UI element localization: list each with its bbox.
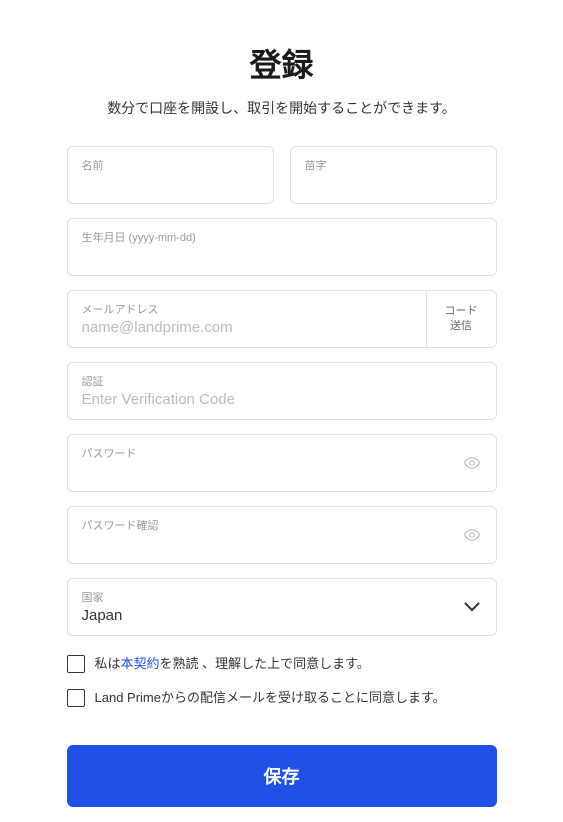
- password-confirm-field[interactable]: パスワード確認: [67, 506, 497, 564]
- terms-prefix: 私は: [95, 656, 121, 671]
- dob-input[interactable]: [82, 247, 482, 264]
- verify-label: 認証: [82, 373, 482, 389]
- marketing-checkbox-row: Land Primeからの配信メールを受け取ることに同意します。: [67, 688, 497, 708]
- email-input[interactable]: [82, 319, 412, 336]
- eye-icon[interactable]: [462, 525, 482, 545]
- marketing-label: Land Primeからの配信メールを受け取ることに同意します。: [95, 688, 446, 708]
- last-name-input[interactable]: [305, 175, 482, 192]
- country-select[interactable]: 国家 Japan: [67, 578, 497, 636]
- password-input[interactable]: [82, 463, 482, 480]
- country-value: Japan: [82, 607, 482, 624]
- email-field-group: メールアドレス コード 送信: [67, 290, 497, 348]
- terms-link[interactable]: 本契約: [121, 656, 160, 671]
- last-name-label: 苗字: [305, 157, 482, 173]
- terms-suffix: を熟読 、理解した上で同意します。: [160, 656, 370, 671]
- terms-label: 私は本契約を熟読 、理解した上で同意します。: [95, 654, 370, 674]
- password-confirm-input[interactable]: [82, 535, 482, 552]
- password-field[interactable]: パスワード: [67, 434, 497, 492]
- verify-field[interactable]: 認証: [67, 362, 497, 420]
- last-name-field[interactable]: 苗字: [290, 146, 497, 204]
- first-name-input[interactable]: [82, 175, 259, 192]
- verify-input[interactable]: [82, 391, 482, 408]
- email-field[interactable]: メールアドレス: [68, 291, 426, 347]
- country-label: 国家: [82, 589, 482, 605]
- terms-checkbox-row: 私は本契約を熟読 、理解した上で同意します。: [67, 654, 497, 674]
- password-confirm-label: パスワード確認: [82, 517, 482, 533]
- password-label: パスワード: [82, 445, 482, 461]
- email-label: メールアドレス: [82, 301, 412, 317]
- send-code-button[interactable]: コード 送信: [426, 291, 496, 347]
- dob-field[interactable]: 生年月日 (yyyy-mm-dd): [67, 218, 497, 276]
- first-name-field[interactable]: 名前: [67, 146, 274, 204]
- marketing-checkbox[interactable]: [67, 689, 85, 707]
- dob-label: 生年月日 (yyyy-mm-dd): [82, 229, 482, 245]
- page-title: 登録: [67, 40, 497, 86]
- registration-form: 登録 数分で口座を開設し、取引を開始することができます。 名前 苗字 生年月日 …: [67, 40, 497, 807]
- first-name-label: 名前: [82, 157, 259, 173]
- eye-icon[interactable]: [462, 453, 482, 473]
- send-code-line2: 送信: [445, 319, 478, 334]
- page-subtitle: 数分で口座を開設し、取引を開始することができます。: [67, 98, 497, 118]
- terms-checkbox[interactable]: [67, 655, 85, 673]
- send-code-line1: コード: [445, 304, 478, 319]
- chevron-down-icon: [464, 599, 480, 615]
- save-button[interactable]: 保存: [67, 745, 497, 807]
